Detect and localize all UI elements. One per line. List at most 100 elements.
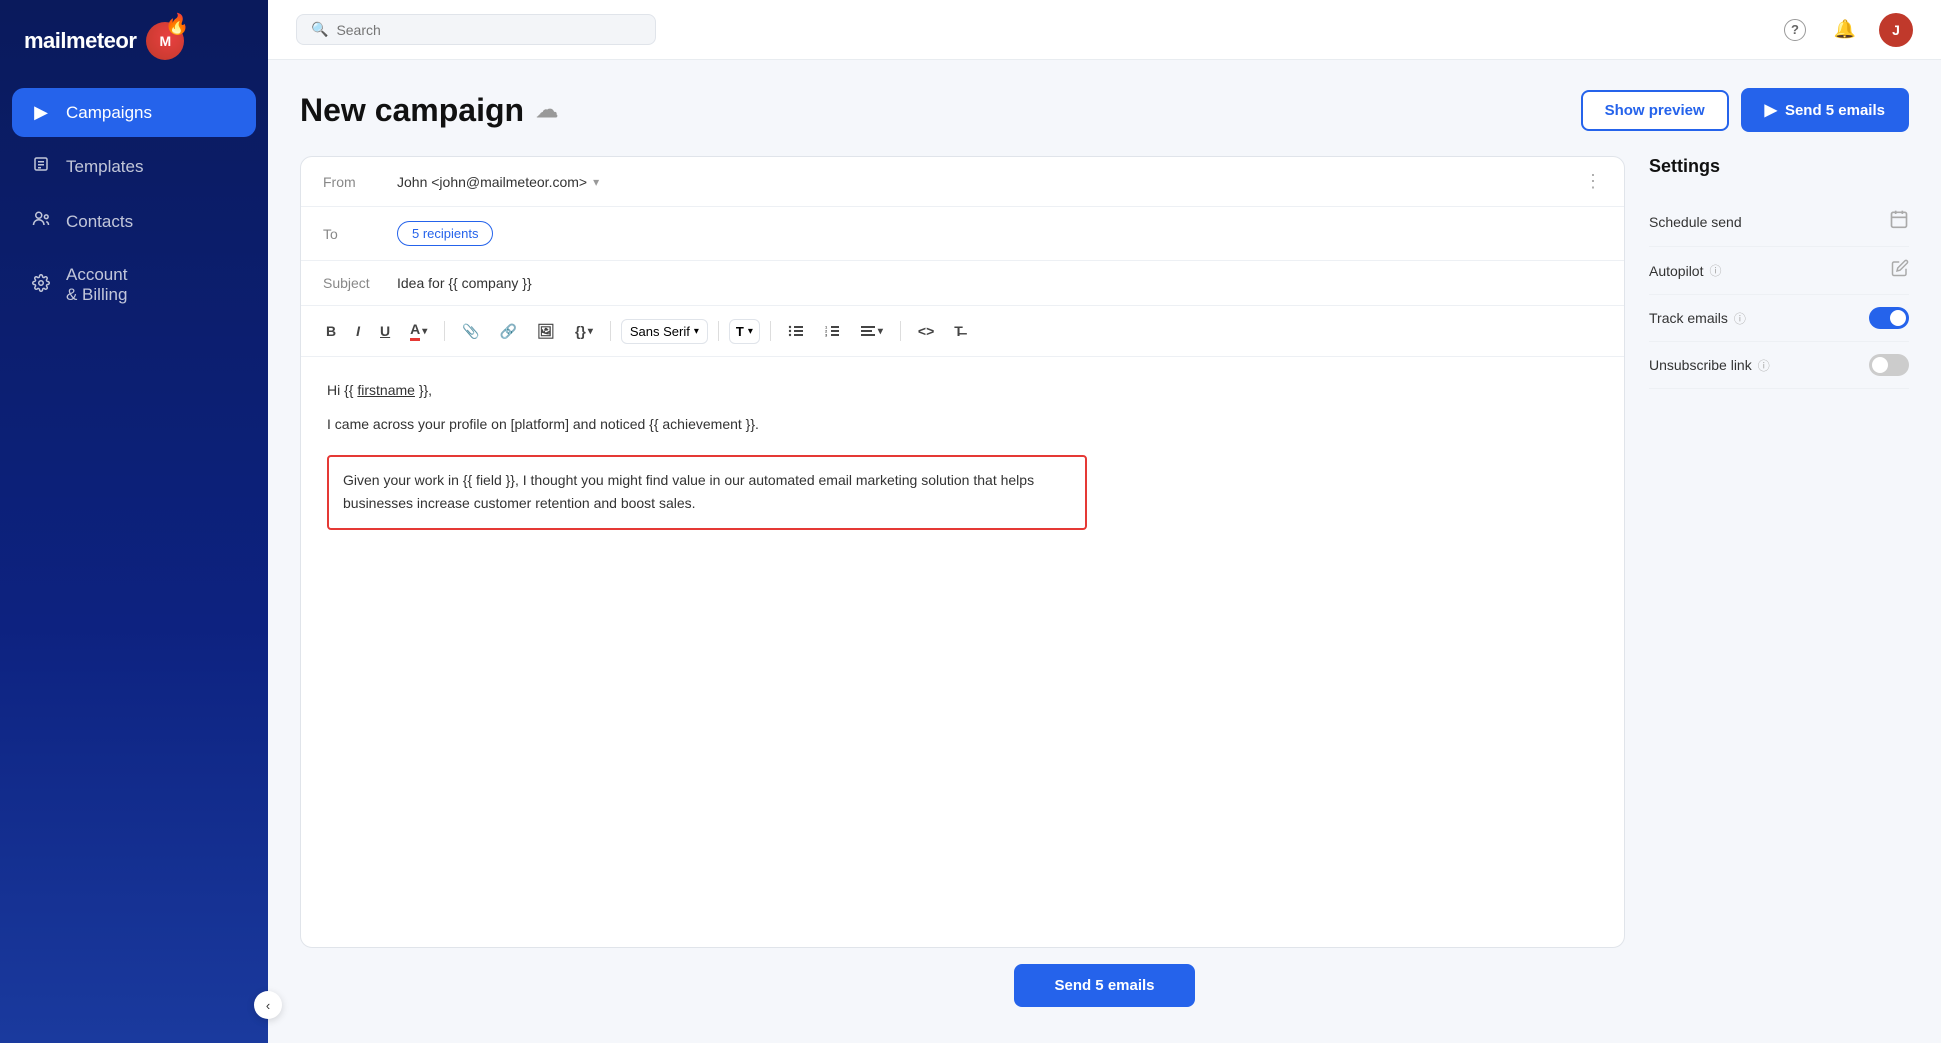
font-size-icon: T	[736, 324, 744, 339]
schedule-send-label: Schedule send	[1649, 214, 1742, 230]
topbar: 🔍 ? 🔔 J	[268, 0, 1941, 60]
search-box[interactable]: 🔍	[296, 14, 656, 45]
bell-icon: 🔔	[1834, 19, 1856, 40]
chevron-left-icon: ‹	[266, 998, 270, 1013]
help-button[interactable]: ?	[1779, 14, 1811, 46]
highlighted-paragraph: Given your work in {{ field }}, I though…	[327, 455, 1087, 531]
logo-area: mailmeteor 🔥 M	[0, 0, 268, 88]
recipients-badge[interactable]: 5 recipients	[397, 221, 493, 246]
page-content: New campaign ☁ Show preview ▶ Send 5 ema…	[268, 60, 1941, 1043]
image-button[interactable]: 🖼	[530, 318, 562, 345]
search-input[interactable]	[336, 22, 641, 38]
clear-format-button[interactable]: T̶	[947, 318, 970, 344]
toolbar-separator-2	[610, 321, 611, 341]
editor-toolbar: B I U A ▾ 📎 🔗 🖼 {} ▾	[301, 306, 1624, 357]
bottom-send-button[interactable]: Send 5 emails	[1014, 964, 1194, 1007]
send-emails-button[interactable]: ▶ Send 5 emails	[1741, 88, 1909, 132]
dropdown-arrow: ▾	[588, 326, 593, 337]
font-family-selector[interactable]: Sans Serif ▾	[621, 319, 708, 344]
italic-button[interactable]: I	[349, 318, 367, 344]
autopilot-row: Autopilot ⓘ	[1649, 247, 1909, 295]
cloud-icon: ☁	[536, 97, 558, 123]
svg-text:3: 3	[825, 333, 828, 338]
align-button[interactable]: ▾	[853, 319, 890, 343]
autopilot-label: Autopilot ⓘ	[1649, 262, 1722, 279]
toolbar-separator-3	[718, 321, 719, 341]
sidebar-item-account[interactable]: Account& Billing	[12, 251, 256, 319]
text-color-button[interactable]: A ▾	[403, 316, 434, 346]
email-composer: From John <john@mailmeteor.com> ▾ ⋮ To 5…	[300, 156, 1625, 948]
send-arrow-icon: ▶	[1765, 100, 1777, 120]
search-icon: 🔍	[311, 21, 328, 38]
editor-body[interactable]: Hi {{ firstname }}, I came across your p…	[301, 357, 1624, 947]
track-emails-label: Track emails ⓘ	[1649, 310, 1746, 327]
intro-line: I came across your profile on [platform]…	[327, 413, 1598, 437]
to-label: To	[323, 226, 381, 242]
bold-button[interactable]: B	[319, 318, 343, 344]
more-options-icon[interactable]: ⋮	[1584, 171, 1602, 192]
variables-icon: {}	[575, 323, 586, 339]
to-field: To 5 recipients	[301, 207, 1624, 261]
sidebar-item-label: Campaigns	[66, 103, 152, 123]
topbar-right: ? 🔔 J	[1779, 13, 1913, 47]
underline-button[interactable]: U	[373, 318, 397, 344]
main-content: 🔍 ? 🔔 J New campaign ☁ Show preview ▶	[268, 0, 1941, 1043]
bottom-bar: Send 5 emails	[300, 948, 1909, 1015]
track-emails-toggle[interactable]	[1869, 307, 1909, 329]
sidebar-item-label: Account& Billing	[66, 265, 127, 305]
schedule-send-row: Schedule send	[1649, 197, 1909, 247]
settings-panel: Settings Schedule send Autopilot ⓘ	[1649, 156, 1909, 948]
notifications-button[interactable]: 🔔	[1829, 14, 1861, 46]
autopilot-info-icon[interactable]: ⓘ	[1709, 262, 1721, 279]
account-icon	[30, 274, 52, 297]
field-actions: ⋮	[1584, 171, 1602, 192]
campaign-title: New campaign ☁	[300, 92, 558, 129]
link-button[interactable]: 🔗	[493, 318, 524, 345]
dropdown-arrow: ▾	[878, 326, 883, 337]
numbered-list-button[interactable]: 123	[817, 319, 847, 343]
sidebar-item-label: Contacts	[66, 212, 133, 232]
header-actions: Show preview ▶ Send 5 emails	[1581, 88, 1909, 132]
sidebar-item-templates[interactable]: Templates	[12, 141, 256, 192]
templates-icon	[30, 155, 52, 178]
dropdown-arrow: ▾	[748, 326, 753, 337]
from-dropdown-icon[interactable]: ▾	[593, 175, 599, 189]
variables-button[interactable]: {} ▾	[568, 318, 600, 344]
subject-value[interactable]: Idea for {{ company }}	[397, 275, 532, 291]
track-emails-row: Track emails ⓘ	[1649, 295, 1909, 342]
toolbar-separator-5	[900, 321, 901, 341]
sidebar-item-label: Templates	[66, 157, 143, 177]
logo-icon: 🔥 M	[146, 22, 184, 60]
font-size-selector[interactable]: T ▾	[729, 319, 760, 344]
calendar-icon[interactable]	[1889, 209, 1909, 234]
subject-label: Subject	[323, 275, 381, 291]
sidebar-item-contacts[interactable]: Contacts	[12, 196, 256, 247]
sidebar-item-campaigns[interactable]: ▶ Campaigns	[12, 88, 256, 137]
unsubscribe-link-toggle[interactable]	[1869, 354, 1909, 376]
show-preview-button[interactable]: Show preview	[1581, 90, 1729, 131]
code-button[interactable]: <>	[911, 318, 941, 344]
dropdown-arrow: ▾	[694, 326, 699, 337]
bullet-list-button[interactable]	[781, 319, 811, 343]
collapse-sidebar-button[interactable]: ‹	[254, 991, 282, 1019]
edit-icon[interactable]	[1891, 259, 1909, 282]
main-row: From John <john@mailmeteor.com> ▾ ⋮ To 5…	[300, 156, 1909, 948]
toolbar-separator	[444, 321, 445, 341]
from-label: From	[323, 174, 381, 190]
track-emails-info-icon[interactable]: ⓘ	[1734, 310, 1746, 327]
dropdown-arrow: ▾	[422, 326, 427, 337]
subject-field: Subject Idea for {{ company }}	[301, 261, 1624, 306]
settings-title: Settings	[1649, 156, 1909, 177]
greeting-line: Hi {{ firstname }},	[327, 379, 1598, 403]
help-icon: ?	[1784, 19, 1806, 41]
to-value: 5 recipients	[397, 221, 493, 246]
contacts-icon	[30, 210, 52, 233]
avatar[interactable]: J	[1879, 13, 1913, 47]
toolbar-separator-4	[770, 321, 771, 341]
text-color-icon: A	[410, 321, 420, 341]
attach-button[interactable]: 📎	[455, 318, 486, 345]
campaigns-icon: ▶	[30, 102, 52, 123]
unsubscribe-link-label: Unsubscribe link ⓘ	[1649, 357, 1770, 374]
sidebar: mailmeteor 🔥 M ▶ Campaigns Templates Con…	[0, 0, 268, 1043]
unsubscribe-info-icon[interactable]: ⓘ	[1758, 357, 1770, 374]
